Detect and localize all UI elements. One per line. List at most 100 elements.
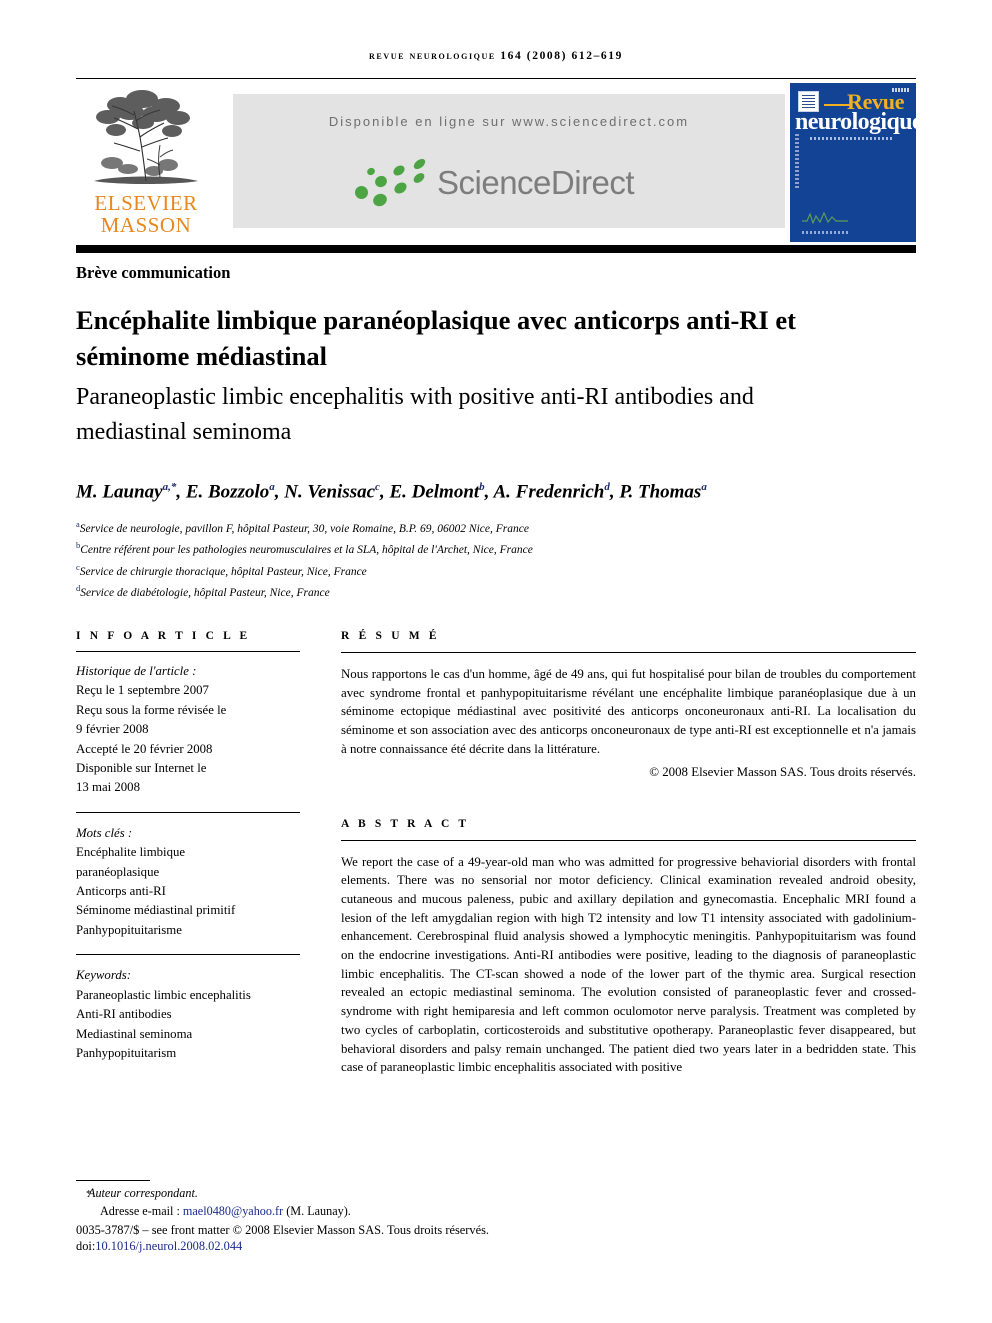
sd-dot-5	[392, 180, 409, 196]
mot-cle-item: Panhypopituitarisme	[76, 922, 182, 937]
doi-label: doi:	[76, 1239, 96, 1253]
resume-heading: R É S U M É	[341, 630, 440, 642]
author-name: N. Venissac	[284, 481, 376, 503]
author-affiliation-mark: a	[701, 481, 707, 493]
affiliation-mark: b	[76, 540, 81, 551]
email-line: Adresse e-mail : mael0480@yahoo.fr (M. L…	[76, 1203, 676, 1221]
abstract-divider	[341, 839, 916, 841]
journal-cover-image: Revue neurologique	[790, 83, 916, 242]
masson-wordmark: MASSON	[100, 213, 192, 237]
affiliation-mark: a	[76, 519, 80, 529]
keywords-label: Keywords:	[76, 968, 131, 983]
mot-cle-item: Anticorps anti-RI	[76, 884, 166, 899]
affiliation-item: cService de chirurgie thoracique, hôpita…	[76, 561, 367, 578]
author-name: P. Thomas	[619, 481, 702, 503]
running-head: REVUE NEUROLOGIQUE 164 (2008) 612–619	[369, 50, 623, 62]
cover-bottom-rule	[802, 231, 848, 234]
author-affiliation-mark: c	[375, 481, 380, 493]
mots-cles-label: Mots clés :	[76, 825, 133, 840]
abstract-section: A B S T R A C T We report the case of a …	[341, 818, 916, 1077]
affiliation-list: aService de neurologie, pavillon F, hôpi…	[76, 516, 916, 601]
abstract-heading: A B S T R A C T	[341, 817, 470, 830]
history-label: Historique de l'article :	[76, 664, 197, 678]
affiliation-mark: c	[76, 561, 80, 572]
sciencedirect-banner: Disponible en ligne sur www.sciencedirec…	[233, 94, 785, 228]
keywords-divider	[76, 954, 300, 956]
email-link[interactable]: mael0480@yahoo.fr	[183, 1204, 283, 1218]
elsevier-tree-icon	[94, 90, 198, 184]
author-affiliation-mark: a	[269, 481, 275, 493]
issn-copyright-line: 0035-3787/$ – see front matter © 2008 El…	[76, 1223, 490, 1237]
affiliation-item: dService de diabétologie, hôpital Pasteu…	[76, 582, 330, 599]
sd-dot-3	[371, 191, 389, 209]
info-article-divider	[76, 651, 300, 652]
affiliation-mark: d	[76, 582, 81, 593]
history-line: Accepté le 20 février 2008	[76, 741, 213, 756]
keyword-item: Panhypopituitarism	[76, 1045, 177, 1060]
info-article-heading: I N F O A R T I C L E	[76, 630, 251, 642]
author-affiliation-mark: b	[479, 481, 485, 493]
header-rule-top	[76, 78, 916, 79]
cover-title-neurologique: neurologique	[795, 109, 916, 135]
article-page: REVUE NEUROLOGIQUE 164 (2008) 612–619	[0, 0, 992, 1323]
sd-dot-4	[391, 163, 407, 178]
mot-cle-item: Encéphalite limbique	[76, 845, 186, 860]
resume-body: Nous rapportons le cas d'un homme, âgé d…	[341, 667, 916, 756]
footnote-rule	[76, 1180, 150, 1181]
author-name: M. Launay	[76, 481, 163, 503]
sd-dot-8	[365, 166, 377, 177]
keywords-list: Paraneoplastic limbic encephalitis Anti-R…	[76, 986, 300, 1064]
cover-subtitle-rule	[810, 137, 894, 140]
abstract-body: We report the case of a 49-year-old man …	[341, 854, 916, 1075]
history-lines: Reçu le 1 septembre 2007 Reçu sous la for…	[76, 681, 300, 797]
author-affiliation-mark: a,*	[162, 481, 177, 493]
resume-copyright: © 2008 Elsevier Masson SAS. Tous droits …	[649, 764, 916, 779]
resume-divider	[341, 652, 916, 653]
header-rule-thick	[76, 245, 916, 253]
cover-spine-text	[795, 134, 799, 190]
affiliation-item: aService de neurologie, pavillon F, hôpi…	[76, 519, 529, 535]
author-list: M. Launaya,*, E. Bozzoloa, N. Venissacc,…	[76, 481, 707, 503]
mots-cles-block: Mots clés : Encéphalite limbique paranéop…	[76, 824, 300, 940]
mots-cles-divider	[76, 811, 300, 813]
sd-dot-1	[355, 186, 368, 199]
email-label: Adresse e-mail :	[100, 1203, 180, 1218]
corresponding-author-marker: *	[86, 1188, 92, 1200]
history-line: Disponible sur Internet le	[76, 761, 207, 776]
corresponding-author-label: Auteur correspondant.	[88, 1186, 198, 1200]
elsevier-wordmark: ELSEVIER	[94, 191, 198, 215]
sd-dot-6	[411, 156, 428, 172]
cover-eeg-icon	[802, 211, 848, 225]
doi-link[interactable]: 10.1016/j.neurol.2008.02.044	[95, 1239, 242, 1253]
article-history-block: Historique de l'article : Reçu le 1 sept…	[76, 662, 300, 798]
sciencedirect-logo: ScienceDirect	[349, 156, 679, 214]
mots-cles-list: Encéphalite limbique paranéoplasique Antic…	[76, 843, 300, 940]
abstract-column: R É S U M É Nous rapportons le cas d'un …	[341, 630, 916, 1077]
sd-dot-7	[411, 171, 427, 185]
article-title-english: Paraneoplastic limbic encephalitis with …	[76, 384, 754, 445]
keyword-item: Mediastinal seminoma	[76, 1026, 193, 1041]
mot-cle-item: Séminome médiastinal primitif	[76, 903, 236, 918]
availability-text: Disponible en ligne sur www.sciencedirec…	[328, 114, 690, 129]
article-title-french: Encéphalite limbique paranéoplasique ave…	[76, 305, 796, 371]
publisher-header-band: ELSEVIER MASSON Disponible en ligne sur …	[76, 83, 916, 242]
elsevier-masson-logo: ELSEVIER MASSON	[76, 85, 216, 240]
keyword-item: Anti-RI antibodies	[76, 1007, 172, 1022]
sd-dot-2	[373, 173, 389, 190]
footnote-block: * Auteur correspondant. Adresse e-mail :…	[76, 1185, 676, 1220]
info-article-column: I N F O A R T I C L E Historique de l'ar…	[76, 630, 300, 1063]
author-affiliation-mark: d	[604, 481, 610, 493]
email-suffix: (M. Launay).	[286, 1203, 351, 1218]
history-line: Reçu sous la forme révisée le	[76, 702, 227, 717]
author-name: A. Fredenrich	[493, 481, 605, 503]
history-line: 9 février 2008	[76, 722, 149, 737]
doi-line: doi:10.1016/j.neurol.2008.02.044	[76, 1239, 242, 1254]
article-type-label: Brève communication	[76, 263, 231, 282]
keyword-item: Paraneoplastic limbic encephalitis	[76, 987, 251, 1002]
author-name: E. Bozzolo	[185, 481, 270, 503]
affiliation-item: bCentre référent pour les pathologies ne…	[76, 540, 533, 557]
author-name: E. Delmont	[389, 481, 480, 503]
history-line: 13 mai 2008	[76, 780, 140, 795]
mot-cle-item: paranéoplasique	[76, 864, 160, 879]
keywords-block: Keywords: Paraneoplastic limbic encephal…	[76, 966, 300, 1063]
